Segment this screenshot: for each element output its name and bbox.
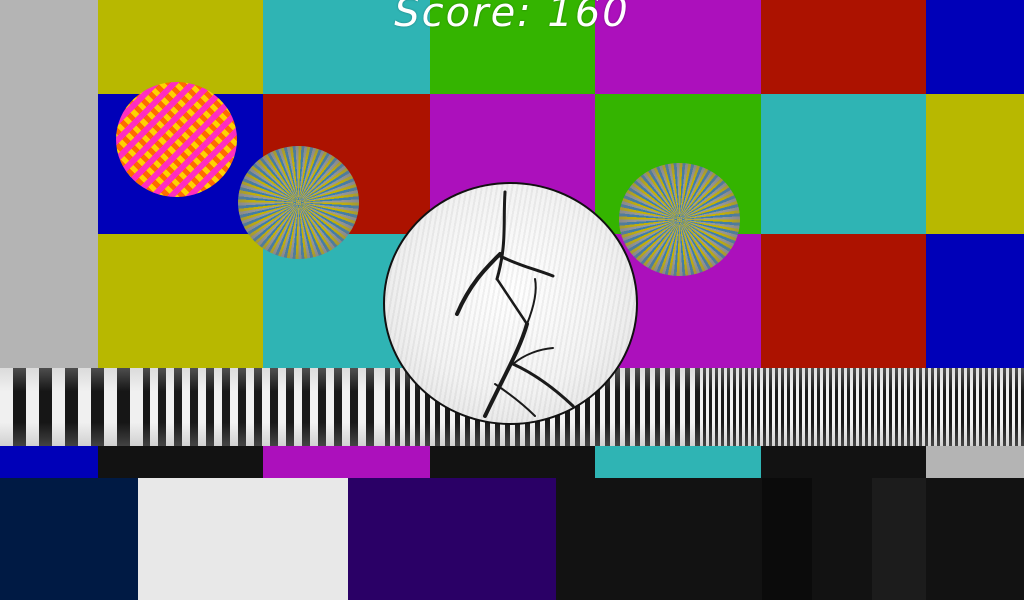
swirl-ball-left[interactable] <box>238 146 359 259</box>
white-sketch-ball[interactable] <box>383 182 638 425</box>
score-label: Score: 160 <box>394 0 630 36</box>
test-pattern-cell <box>761 446 926 478</box>
test-pattern-cell <box>0 478 138 600</box>
game-stage[interactable]: Score: 160 <box>0 0 1024 600</box>
branch-sketch-icon <box>455 190 575 418</box>
test-pattern-cell <box>926 478 1024 600</box>
test-pattern-cell <box>430 446 595 478</box>
test-pattern-cell <box>98 446 263 478</box>
test-pattern-cell <box>762 478 812 600</box>
test-pattern-cell <box>761 234 926 368</box>
test-pattern-cell <box>0 0 98 368</box>
test-pattern-cell <box>263 446 430 478</box>
test-pattern-cell <box>926 94 1024 234</box>
test-pattern-cell <box>872 478 926 600</box>
swirl-ball-right[interactable] <box>619 163 740 276</box>
yellow-pattern-ball[interactable] <box>116 82 237 197</box>
test-pattern-cell <box>0 446 98 478</box>
test-pattern-cell <box>926 446 1024 478</box>
test-pattern-cell <box>761 94 926 234</box>
test-pattern-cell <box>556 478 762 600</box>
test-pattern-cell <box>595 446 761 478</box>
test-pattern-cell <box>138 478 348 600</box>
test-pattern-cell <box>98 234 263 368</box>
test-pattern-cell <box>926 234 1024 368</box>
test-pattern-cell <box>348 478 556 600</box>
test-pattern-cell <box>812 478 872 600</box>
